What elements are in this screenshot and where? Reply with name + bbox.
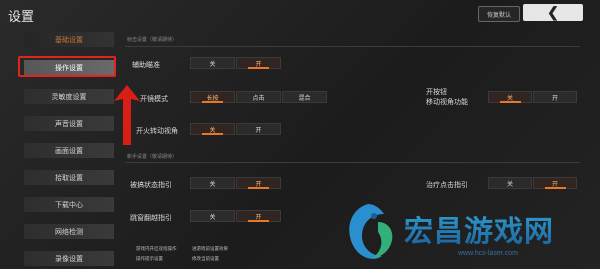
sidebar-item-sensitivity[interactable]: 灵敏度设置: [24, 89, 114, 104]
jump-guide-off[interactable]: 关: [190, 210, 235, 222]
divider: [125, 46, 580, 47]
dragon-logo-icon: [349, 204, 393, 259]
fire-button-on[interactable]: 开: [533, 91, 577, 103]
jump-guide-on[interactable]: 开: [236, 210, 281, 222]
sidebar-item-pickup[interactable]: 拾取设置: [24, 170, 114, 185]
footer-tip: 进游戏前设置效果: [192, 246, 228, 251]
aim-assist-label: 辅助瞄准: [132, 62, 160, 69]
watermark: 宏昌游戏网 www.hcs-laser.com: [338, 200, 600, 269]
treat-guide-off[interactable]: 关: [488, 177, 532, 189]
sidebar-item-graphics[interactable]: 画面设置: [24, 143, 114, 158]
highlight-box: [18, 56, 116, 77]
fire-button-label: 开按钮 移动视角功能: [426, 89, 468, 106]
arrow-up-icon: [114, 85, 140, 145]
watermark-brand: 宏昌游戏网: [404, 208, 554, 250]
status-guide-label: 被搞状态指引: [130, 182, 172, 189]
fire-mode-hold[interactable]: 长按: [190, 91, 235, 103]
chevron-left-icon: ❮: [547, 4, 559, 20]
status-guide-off[interactable]: 关: [190, 177, 235, 189]
jump-guide-label: 跳窗翻越指引: [130, 215, 172, 222]
sidebar-item-recording[interactable]: 录像设置: [24, 251, 114, 266]
aim-assist-on[interactable]: 开: [236, 57, 281, 69]
sidebar-item-network[interactable]: 网络检测: [24, 224, 114, 239]
back-button[interactable]: ❮: [523, 4, 583, 21]
footer-tip: 操作提示设置: [136, 256, 163, 261]
fire-mode-label: 开镜模式: [140, 96, 168, 103]
fire-mode-tap[interactable]: 点击: [236, 91, 281, 103]
sidebar-item-download[interactable]: 下载中心: [24, 197, 114, 212]
status-guide-on[interactable]: 开: [236, 177, 281, 189]
divider: [125, 162, 580, 163]
page-title: 设置: [8, 9, 35, 24]
turn-view-off[interactable]: 关: [190, 123, 235, 135]
sidebar-item-basic[interactable]: 基础设置: [24, 32, 114, 47]
treat-guide-label: 治疗点击指引: [426, 182, 468, 189]
turn-view-label: 开火转动视角: [136, 128, 178, 135]
section-fire-label: 射击设置（敬请期待）: [127, 37, 178, 43]
footer-tip: 游戏内开启双指操作: [136, 246, 177, 251]
fire-mode-mixed[interactable]: 混合: [282, 91, 327, 103]
section-newbie-label: 新手设置（敬请期待）: [127, 154, 178, 160]
aim-assist-off[interactable]: 关: [190, 57, 235, 69]
treat-guide-on[interactable]: 开: [533, 177, 577, 189]
watermark-url: www.hcs-laser.com: [458, 250, 518, 257]
turn-view-on[interactable]: 开: [236, 123, 281, 135]
restore-default-button[interactable]: 恢复默认: [478, 6, 520, 22]
fire-button-off[interactable]: 关: [488, 91, 532, 103]
footer-tip: 修改当前设置: [192, 256, 219, 261]
sidebar-item-sound[interactable]: 声音设置: [24, 116, 114, 131]
